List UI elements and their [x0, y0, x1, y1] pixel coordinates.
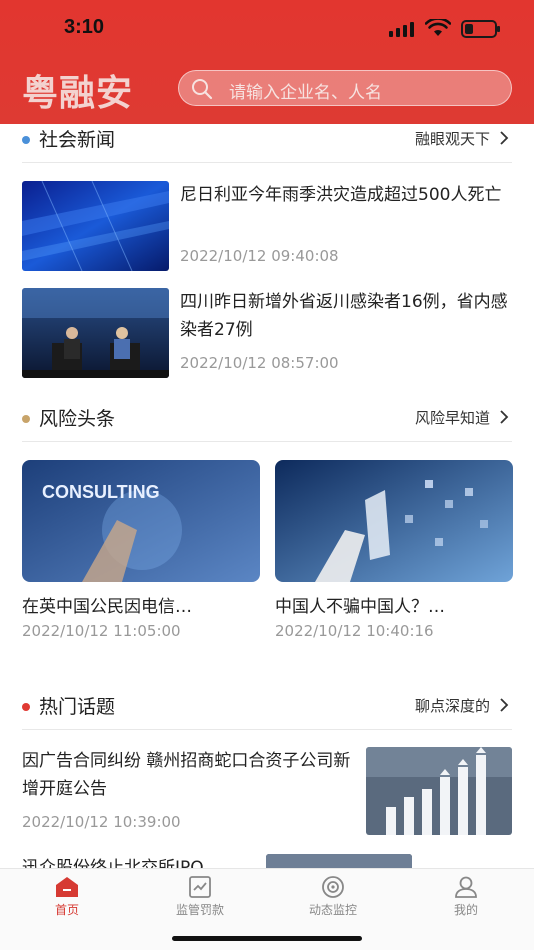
wifi-icon: [425, 19, 451, 36]
home-feed[interactable]: 社会新闻 融眼观天下 尼日利亚今年雨季洪灾造成超过500人死亡 2022/10/…: [0, 124, 534, 868]
search-icon: [192, 79, 213, 100]
more-link-hot-topics[interactable]: 聊点深度的: [415, 695, 490, 716]
home-indicator[interactable]: [172, 936, 362, 941]
card-thumbnail: [275, 460, 513, 582]
news-item[interactable]: 尼日利亚今年雨季洪灾造成超过500人死亡 2022/10/12 09:40:08: [22, 181, 512, 271]
card-thumbnail: CONSULTING: [22, 460, 260, 582]
section-header-social-news: 社会新闻 融眼观天下: [22, 124, 512, 162]
home-icon: [56, 877, 78, 897]
topic-item[interactable]: 因广告合同纠纷 赣州招商蛇口合资子公司新增开庭公告 2022/10/12 10:…: [22, 747, 512, 837]
news-item[interactable]: 四川昨日新增外省返川感染者16例，省内感染者27例 2022/10/12 08:…: [22, 288, 512, 378]
tab-label: 我的: [453, 903, 478, 917]
card-title: 在英中国公民因电信…: [22, 597, 192, 617]
topic-thumbnail: [366, 747, 512, 835]
card-title: 中国人不骗中国人？…: [275, 597, 445, 617]
card-image-text: CONSULTING: [42, 482, 160, 502]
chevron-right-icon[interactable]: [498, 410, 510, 424]
tab-label: 首页: [54, 903, 79, 917]
card-time: 2022/10/12 10:40:16: [275, 622, 434, 640]
divider: [22, 441, 512, 442]
divider: [22, 162, 512, 163]
app-logo: 粤融安: [22, 73, 134, 114]
tab-home[interactable]: 首页: [17, 873, 117, 917]
headline-card[interactable]: 中国人不骗中国人？… 2022/10/12 10:40:16: [275, 460, 513, 650]
section-title: 热门话题: [39, 696, 116, 718]
headline-card[interactable]: CONSULTING 在英中国公民因电信… 2022/10/12 11:05:0…: [22, 460, 260, 650]
battery-icon: [461, 20, 500, 38]
status-time: 3:10: [64, 16, 105, 38]
status-bar: 3:10: [0, 0, 534, 58]
app-header: 3:10 粤融安 请输入企业名、人名: [0, 0, 534, 124]
card-time: 2022/10/12 11:05:00: [22, 622, 181, 640]
search-input[interactable]: 请输入企业名、人名: [178, 70, 512, 106]
topic-thumbnail: [266, 854, 412, 868]
profile-icon: [455, 876, 477, 898]
tab-monitor[interactable]: 动态监控: [283, 873, 383, 917]
section-header-hot-topics: 热门话题 聊点深度的: [22, 691, 512, 729]
news-thumbnail: [22, 288, 169, 378]
chevron-right-icon[interactable]: [498, 131, 510, 145]
more-link-social-news[interactable]: 融眼观天下: [415, 128, 490, 149]
section-title: 风险头条: [39, 408, 116, 430]
topic-title: 因广告合同纠纷 赣州招商蛇口合资子公司新增开庭公告: [22, 751, 351, 799]
section-header-risk-headlines: 风险头条 风险早知道: [22, 403, 512, 441]
divider: [22, 729, 512, 730]
section-dot: [22, 415, 30, 423]
tab-regulation[interactable]: 监管罚款: [150, 873, 250, 917]
section-title: 社会新闻: [39, 129, 116, 151]
monitor-icon: [322, 876, 344, 898]
news-thumbnail: [22, 181, 169, 271]
topic-time: 2022/10/12 10:39:00: [22, 813, 181, 831]
more-link-risk-headlines[interactable]: 风险早知道: [415, 407, 490, 428]
cellular-signal-icon: [389, 22, 414, 37]
search-placeholder: 请输入企业名、人名: [229, 83, 382, 103]
topic-item[interactable]: 迅众股份终止北交所IPO: [22, 854, 512, 868]
news-time: 2022/10/12 09:40:08: [180, 247, 339, 265]
tab-profile[interactable]: 我的: [416, 873, 516, 917]
section-dot: [22, 136, 30, 144]
chevron-right-icon[interactable]: [498, 698, 510, 712]
tab-label: 动态监控: [308, 903, 357, 917]
news-time: 2022/10/12 08:57:00: [180, 354, 339, 372]
tab-label: 监管罚款: [175, 903, 224, 917]
news-title: 四川昨日新增外省返川感染者16例，省内感染者27例: [180, 292, 508, 340]
section-dot: [22, 703, 30, 711]
regulation-icon: [189, 876, 211, 898]
news-title: 尼日利亚今年雨季洪灾造成超过500人死亡: [180, 185, 502, 205]
